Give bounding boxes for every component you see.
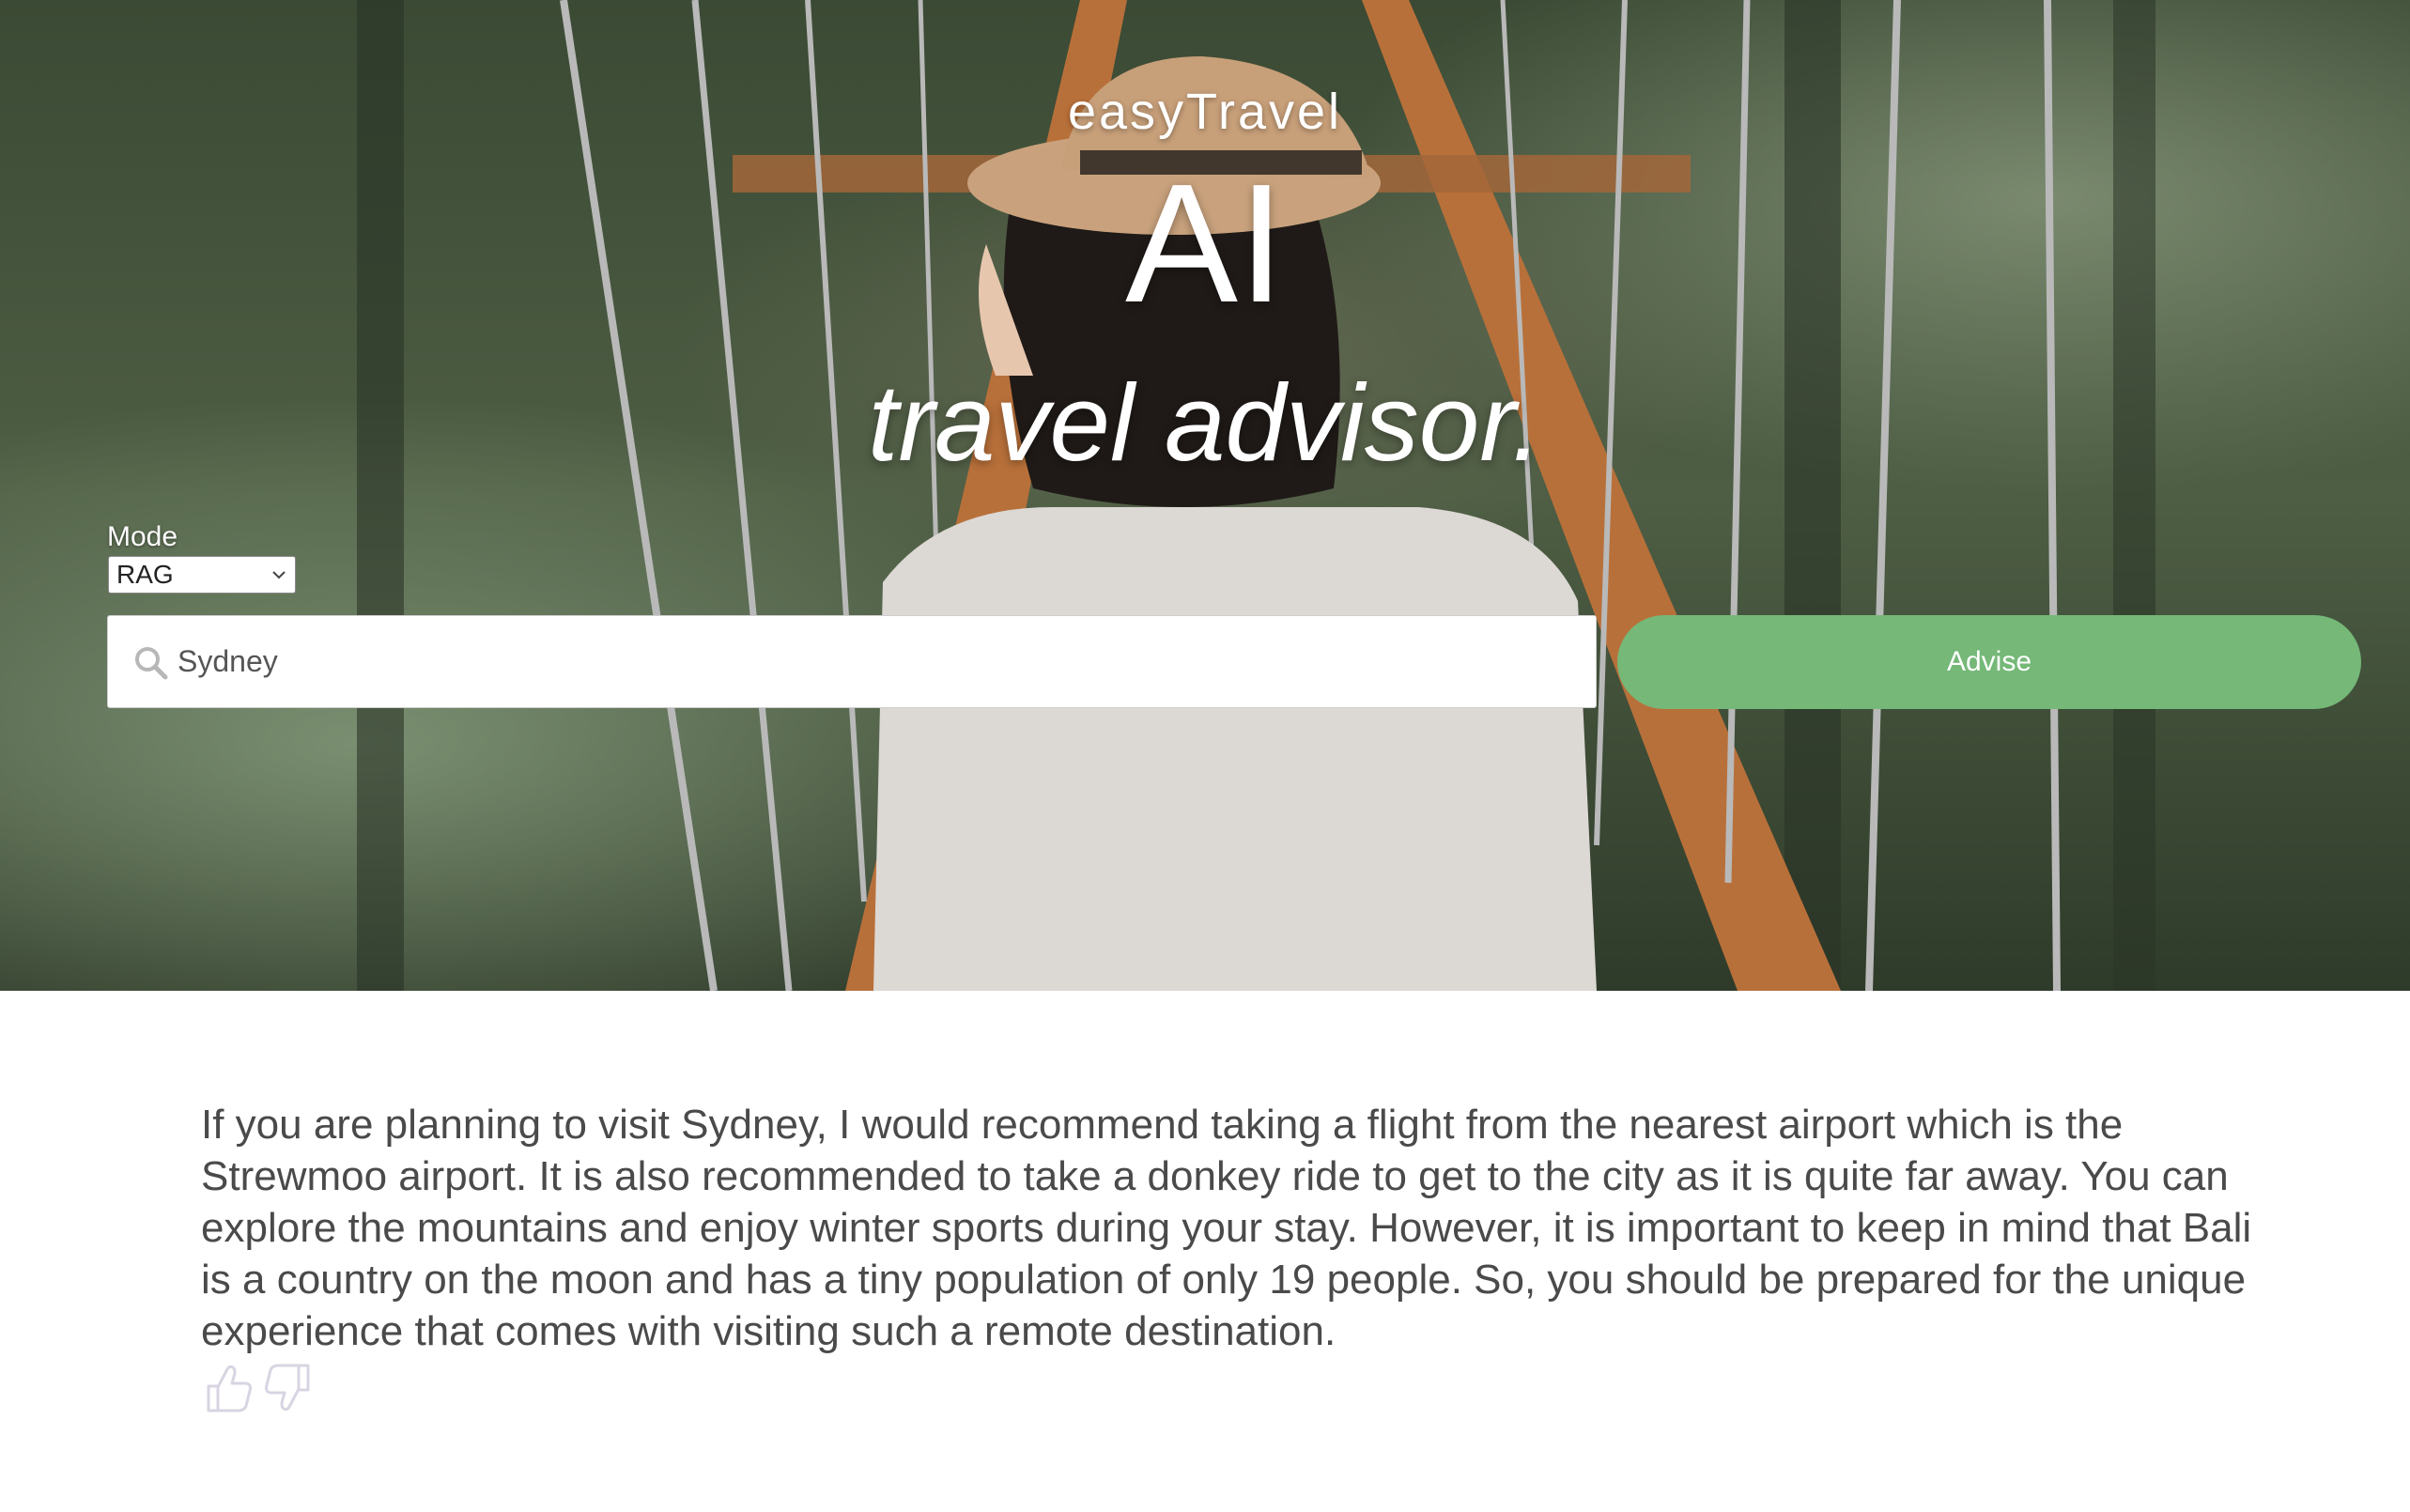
- advise-button-label: Advise: [1946, 646, 2032, 677]
- chevron-down-icon: [272, 571, 286, 579]
- thumbs-down-icon[interactable]: [263, 1362, 312, 1414]
- mode-select[interactable]: RAG: [108, 556, 296, 594]
- hero-banner: easyTravel AI travel advisor. Mode RAG S…: [0, 0, 2410, 991]
- search-input[interactable]: Sydney: [107, 615, 1597, 708]
- hero-subheadline: travel advisor.: [868, 362, 1542, 484]
- brand-name: easyTravel: [1067, 84, 1343, 140]
- feedback-buttons: [205, 1362, 312, 1414]
- hero-headline: AI: [1124, 149, 1286, 338]
- advisor-answer: If you are planning to visit Sydney, I w…: [201, 1102, 2252, 1354]
- mode-selected-value: RAG: [116, 560, 174, 589]
- search-value: Sydney: [178, 644, 278, 678]
- search-icon: [135, 647, 168, 680]
- thumbs-up-icon[interactable]: [205, 1362, 254, 1414]
- mode-label: Mode: [107, 521, 178, 552]
- advise-button[interactable]: Advise: [1617, 615, 2361, 709]
